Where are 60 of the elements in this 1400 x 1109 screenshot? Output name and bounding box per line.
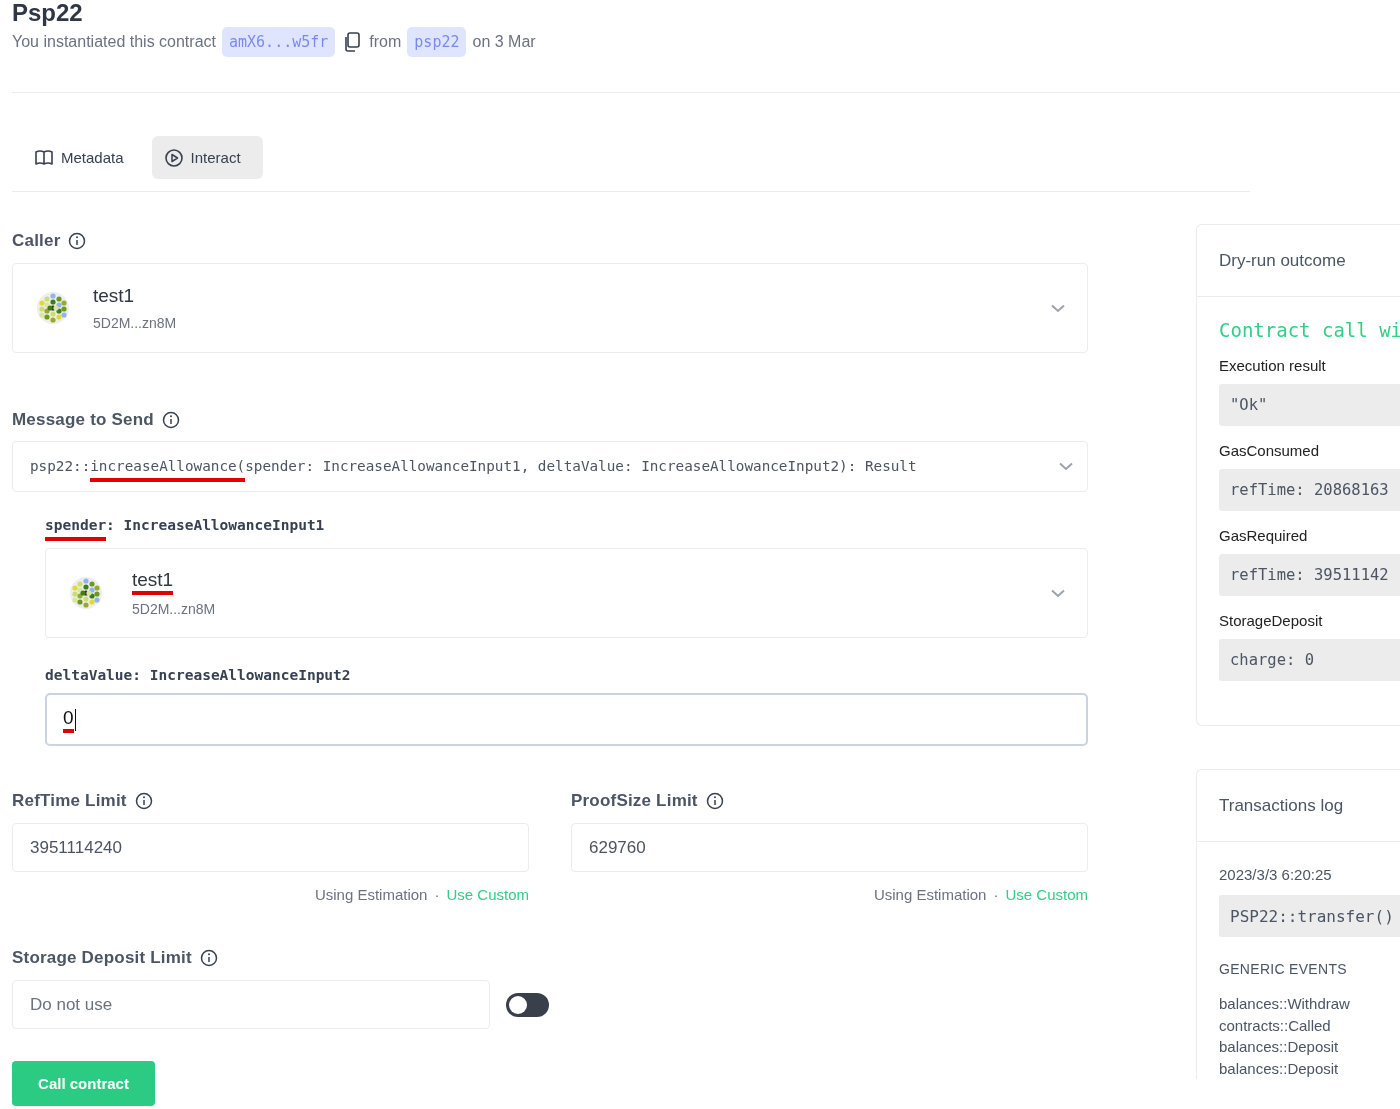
separator-dot: · [434,886,440,903]
event-name: balances::Deposit [1219,1058,1340,1079]
identicon-avatar [70,577,102,609]
panel-title: Dry-run outcome [1219,250,1346,271]
account-name: test1 [93,285,135,308]
info-icon [161,411,180,429]
limit-input-field[interactable]: 629760 [571,823,1088,872]
tab[interactable]: Metadata [22,136,146,179]
info-icon [705,792,724,810]
page-title: Psp22 [12,0,84,26]
result-value: charge: 0 [1219,639,1400,681]
account-name: test1 [132,569,174,595]
message-dropdown[interactable]: psp22::increaseAllowance(spender: IncreaseAllowanceInput1, deltaValue: IncreaseAllowanceInput2): Result [12,441,1088,492]
transaction-time: 2023/3/3 6:20:25 [1219,866,1333,883]
chevron-down-icon [1059,462,1073,471]
result-label: Execution result [1219,357,1327,374]
separator-dot: · [993,886,999,903]
field-label: ProofSize Limit [571,791,698,811]
tab[interactable]: Interact [151,136,263,179]
toggle-switch[interactable] [506,992,549,1017]
panel-title: Transactions log [1219,795,1344,816]
argument-label: spender: IncreaseAllowanceInput1 [45,516,325,543]
field-label: RefTime Limit [12,791,127,811]
info-icon [134,792,153,810]
account-address: 5D2M...zn8M [93,315,178,331]
estimation-text: Using Estimation [314,886,428,903]
estimation-text: Using Estimation [873,886,987,903]
account-dropdown[interactable]: test1 5D2M...zn8M [45,548,1088,638]
result-value: refTime: 39511142 [1219,554,1400,596]
book-icon [34,147,54,168]
subtitle-text: on 3 Mar [472,33,536,51]
account-dropdown[interactable]: test1 5D2M...zn8M [12,263,1088,353]
copy-icon [343,32,362,52]
account-address: 5D2M...zn8M [132,601,217,617]
subtitle-text: from [369,33,402,51]
result-value: refTime: 20868163 [1219,469,1400,511]
storage-limit-field[interactable]: Do not use [12,980,490,1029]
result-label: StorageDeposit [1219,612,1324,629]
event-name: balances::Withdraw [1219,994,1351,1014]
field-label: Storage Deposit Limit [12,948,192,968]
value-input-field[interactable]: 0 [45,693,1088,746]
subtitle-text: You instantiated this contract [12,33,216,51]
result-label: GasRequired [1219,527,1309,544]
field-label: Message to Send [12,410,154,430]
result-label: GasConsumed [1219,442,1321,459]
event-name: contracts::Called [1219,1015,1332,1036]
transaction-call: PSP22::transfer() [1219,895,1400,937]
result-value: "Ok" [1219,384,1400,426]
argument-label: deltaValue: IncreaseAllowanceInput2 [45,666,351,685]
result-status: Contract call wi [1219,319,1400,341]
events-heading: GENERIC EVENTS [1219,961,1348,977]
chevron-down-icon [1051,303,1065,313]
event-name: balances::Deposit [1219,1037,1340,1057]
chevron-down-icon [1051,588,1065,598]
identicon-avatar [37,292,69,324]
limit-input-field[interactable]: 3951114240 [12,823,529,872]
field-label: Caller [12,231,61,251]
info-icon [199,949,218,967]
info-icon [68,232,87,250]
play-icon [163,147,184,168]
